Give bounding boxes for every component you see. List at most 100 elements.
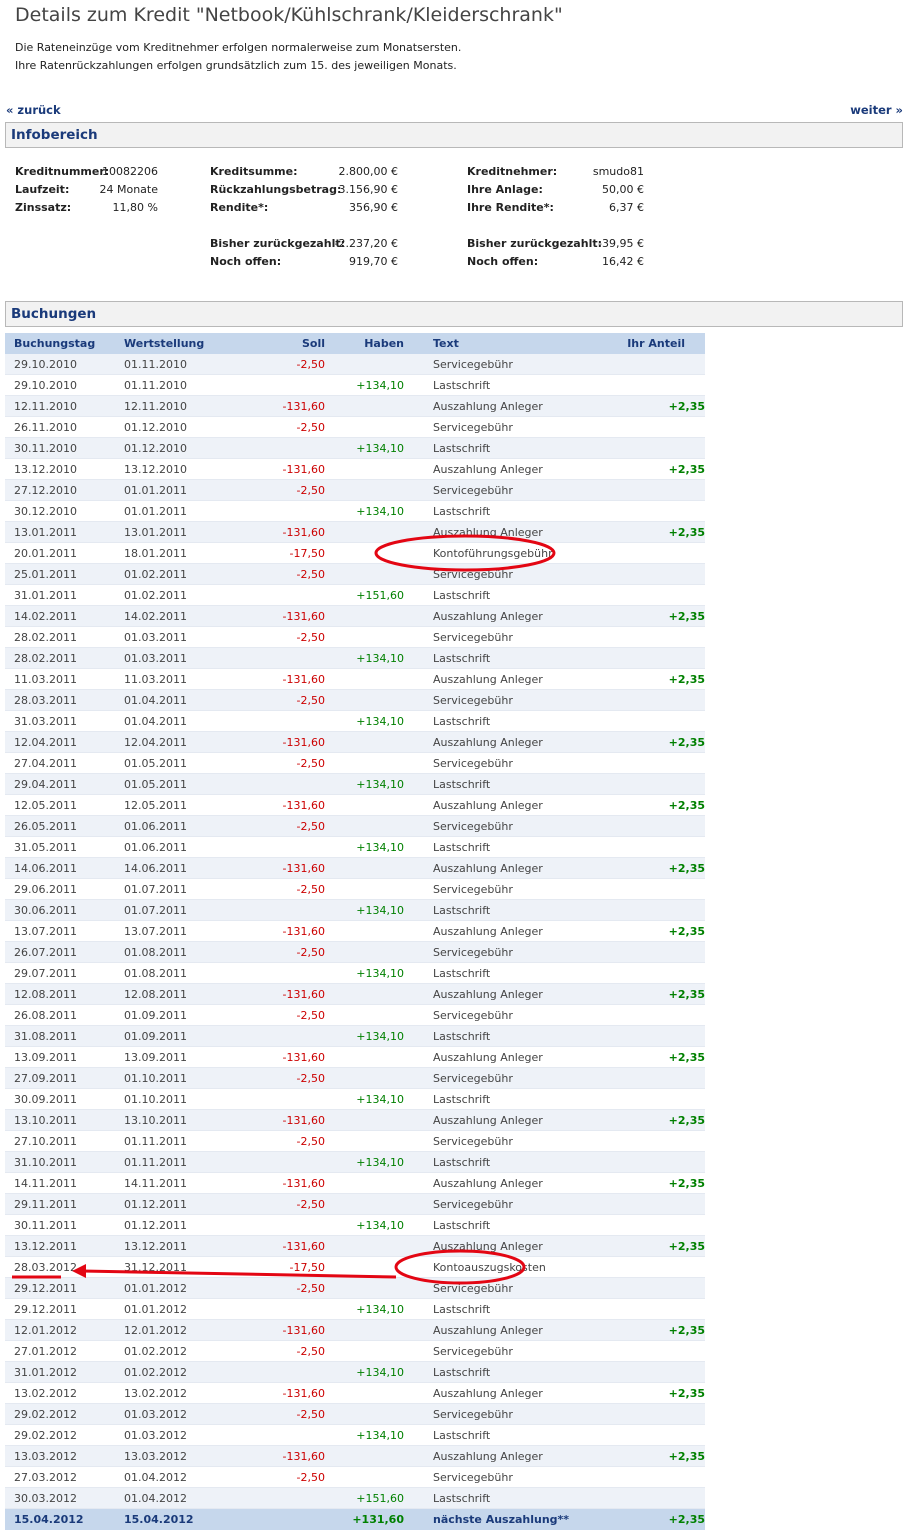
cell-wertstellung: 13.03.2012: [115, 1445, 225, 1467]
cell-text: Lastschrift: [410, 1088, 593, 1110]
page-title: Details zum Kredit "Netbook/Kühlschrank/…: [15, 4, 563, 26]
cell-buchungstag: 13.03.2012: [5, 1445, 115, 1467]
table-row: 30.06.2011 01.07.2011 +134,10 Lastschrift: [5, 899, 705, 921]
cell-haben: +134,10: [332, 1025, 410, 1047]
cell-soll: -2,50: [225, 1130, 332, 1152]
cell-ihr-anteil: +2,35: [593, 1445, 705, 1467]
intro-line-1: Die Rateneinzüge vom Kreditnehmer erfolg…: [15, 41, 462, 54]
cell-buchungstag: 13.07.2011: [5, 920, 115, 942]
cell-soll: [225, 1151, 332, 1173]
cell-soll: [225, 647, 332, 669]
cell-soll: [225, 899, 332, 921]
cell-buchungstag: 28.02.2011: [5, 647, 115, 669]
cell-soll: [225, 1424, 332, 1446]
cell-wertstellung: 14.02.2011: [115, 605, 225, 627]
cell-wertstellung: 01.12.2010: [115, 437, 225, 459]
table-row: 30.03.2012 01.04.2012 +151,60 Lastschrift: [5, 1487, 705, 1509]
cell-buchungstag: 12.11.2010: [5, 395, 115, 417]
cell-text: Servicegebühr: [410, 1466, 593, 1488]
table-row: 13.09.2011 13.09.2011 -131,60 Auszahlung An…: [5, 1046, 705, 1068]
cell-text: Auszahlung Anleger: [410, 857, 593, 879]
table-row: 30.09.2011 01.10.2011 +134,10 Lastschrift: [5, 1088, 705, 1110]
cell-ihr-anteil: [593, 689, 705, 711]
cell-wertstellung: 01.03.2011: [115, 647, 225, 669]
cell-buchungstag: 30.09.2011: [5, 1088, 115, 1110]
table-row: 27.12.2010 01.01.2011 -2,50 Servicegebühr: [5, 479, 705, 501]
cell-ihr-anteil: +2,35: [593, 920, 705, 942]
cell-buchungstag: 13.10.2011: [5, 1109, 115, 1131]
cell-text: Lastschrift: [410, 836, 593, 858]
cell-ihr-anteil: +2,35: [593, 983, 705, 1005]
cell-buchungstag: 30.11.2011: [5, 1214, 115, 1236]
cell-buchungstag: 30.12.2010: [5, 500, 115, 522]
cell-ihr-anteil: +2,35: [593, 395, 705, 417]
next-link[interactable]: weiter »: [850, 103, 903, 117]
cell-text: Auszahlung Anleger: [410, 521, 593, 543]
table-row: 28.03.2012 31.12.2011 -17,50 Kontoauszugsko…: [5, 1256, 705, 1278]
cell-ihr-anteil: +2,35: [593, 605, 705, 627]
info-section-header: Infobereich: [5, 122, 903, 148]
cell-text: Auszahlung Anleger: [410, 1319, 593, 1341]
cell-ihr-anteil: +2,35: [593, 668, 705, 690]
cell-soll: -2,50: [225, 1067, 332, 1089]
cell-soll: -131,60: [225, 668, 332, 690]
cell-soll: -2,50: [225, 563, 332, 585]
bookings-table: Buchungstag Wertstellung Soll Haben Text…: [5, 333, 705, 1530]
cell-text: Auszahlung Anleger: [410, 1172, 593, 1194]
cell-text: Lastschrift: [410, 374, 593, 396]
cell-wertstellung: 14.11.2011: [115, 1172, 225, 1194]
bookings-section-header: Buchungen: [5, 301, 903, 327]
cell-soll: -131,60: [225, 920, 332, 942]
cell-buchungstag: 29.07.2011: [5, 962, 115, 984]
cell-soll: [225, 1214, 332, 1236]
cell-buchungstag: 29.11.2011: [5, 1193, 115, 1215]
cell-buchungstag: 12.04.2011: [5, 731, 115, 753]
cell-haben: [332, 731, 410, 753]
cell-haben: +134,10: [332, 1298, 410, 1320]
cell-buchungstag: 27.03.2012: [5, 1466, 115, 1488]
cell-soll: -2,50: [225, 479, 332, 501]
cell-ihr-anteil: [593, 1487, 705, 1509]
cell-buchungstag: 28.03.2011: [5, 689, 115, 711]
cell-ihr-anteil: [593, 1067, 705, 1089]
cell-buchungstag: 29.02.2012: [5, 1424, 115, 1446]
cell-haben: [332, 521, 410, 543]
cell-soll: -131,60: [225, 983, 332, 1005]
cell-text: Kontoauszugskosten: [410, 1256, 593, 1278]
back-link[interactable]: « zurück: [6, 103, 61, 117]
cell-ihr-anteil: +2,35: [593, 1382, 705, 1404]
cell-wertstellung: 01.09.2011: [115, 1025, 225, 1047]
cell-soll: [225, 836, 332, 858]
cell-haben: [332, 1466, 410, 1488]
cell-haben: [332, 1340, 410, 1362]
cell-haben: +151,60: [332, 584, 410, 606]
table-row: 29.12.2011 01.01.2012 +134,10 Lastschrift: [5, 1298, 705, 1320]
cell-buchungstag: 27.01.2012: [5, 1340, 115, 1362]
kreditnummer-value: 10082206: [102, 165, 158, 178]
cell-wertstellung: 01.11.2010: [115, 374, 225, 396]
cell-soll: -131,60: [225, 458, 332, 480]
cell-haben: [332, 815, 410, 837]
cell-soll: [225, 1298, 332, 1320]
cell-haben: +134,10: [332, 836, 410, 858]
cell-wertstellung: 13.01.2011: [115, 521, 225, 543]
footer-soll: [225, 1508, 332, 1530]
cell-text: Auszahlung Anleger: [410, 1109, 593, 1131]
cell-buchungstag: 26.05.2011: [5, 815, 115, 837]
cell-wertstellung: 01.01.2011: [115, 500, 225, 522]
cell-soll: -131,60: [225, 1235, 332, 1257]
cell-haben: [332, 1277, 410, 1299]
cell-buchungstag: 13.01.2011: [5, 521, 115, 543]
cell-ihr-anteil: +2,35: [593, 1235, 705, 1257]
intro-text: Die Rateneinzüge vom Kreditnehmer erfolg…: [15, 39, 461, 75]
cell-text: Lastschrift: [410, 1487, 593, 1509]
table-row: 27.01.2012 01.02.2012 -2,50 Servicegebühr: [5, 1340, 705, 1362]
cell-haben: +151,60: [332, 1487, 410, 1509]
cell-haben: [332, 878, 410, 900]
cell-wertstellung: 01.10.2011: [115, 1067, 225, 1089]
cell-soll: -2,50: [225, 1277, 332, 1299]
table-row: 26.05.2011 01.06.2011 -2,50 Servicegebühr: [5, 815, 705, 837]
cell-buchungstag: 13.09.2011: [5, 1046, 115, 1068]
cell-wertstellung: 01.03.2012: [115, 1403, 225, 1425]
cell-soll: -2,50: [225, 354, 332, 375]
